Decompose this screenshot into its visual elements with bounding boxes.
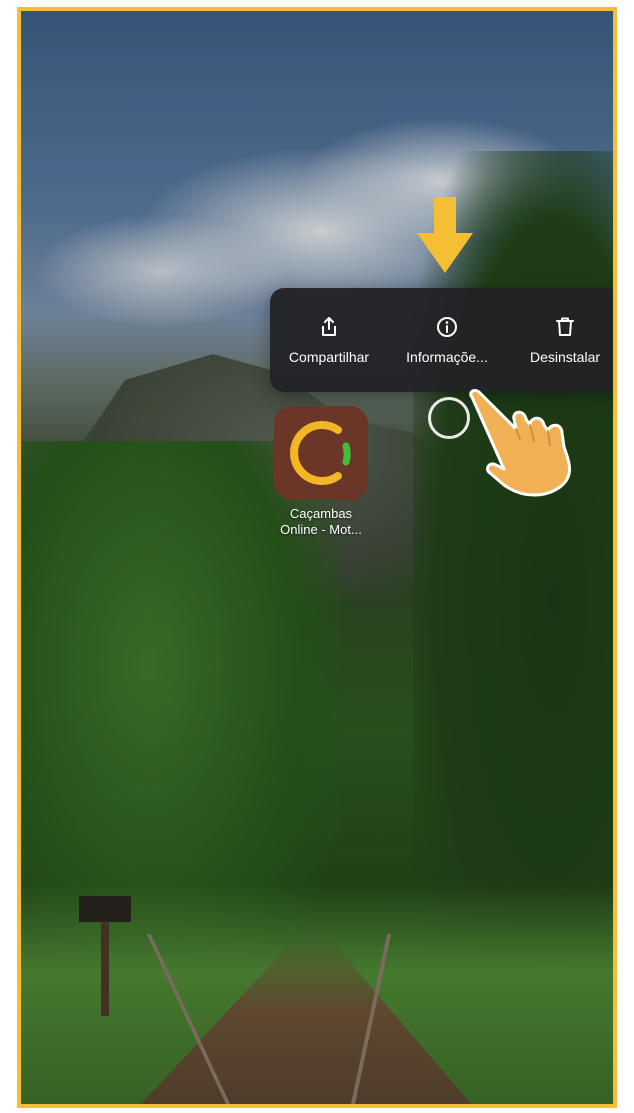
home-wallpaper bbox=[21, 11, 613, 1104]
menu-item-label: Desinstalar bbox=[529, 349, 601, 365]
app-shortcut[interactable]: Caçambas Online - Mot... bbox=[271, 406, 371, 538]
app-label-line1: Caçambas bbox=[289, 506, 353, 521]
app-label-line2: Online - Mot... bbox=[280, 522, 362, 537]
trash-icon bbox=[556, 317, 574, 336]
menu-item-uninstall[interactable]: Desinstalar bbox=[506, 288, 613, 392]
app-logo-icon bbox=[290, 421, 351, 485]
screenshot-frame: Compartilhar Informaçõe... Desinstalar C… bbox=[17, 7, 617, 1108]
app-context-menu: Compartilhar Informaçõe... Desinstalar bbox=[270, 288, 613, 392]
menu-item-label: Compartilhar bbox=[288, 349, 370, 365]
app-label: Caçambas Online - Mot... bbox=[271, 506, 371, 538]
app-icon[interactable] bbox=[274, 406, 368, 500]
info-icon bbox=[437, 317, 457, 337]
dim-overlay bbox=[21, 11, 613, 1104]
down-arrow-icon bbox=[417, 197, 473, 273]
menu-item-share[interactable]: Compartilhar bbox=[270, 288, 388, 392]
menu-item-info[interactable]: Informaçõe... bbox=[388, 288, 506, 392]
share-icon bbox=[322, 317, 336, 336]
pointing-hand-icon bbox=[469, 389, 571, 497]
menu-item-label: Informaçõe... bbox=[406, 349, 488, 365]
